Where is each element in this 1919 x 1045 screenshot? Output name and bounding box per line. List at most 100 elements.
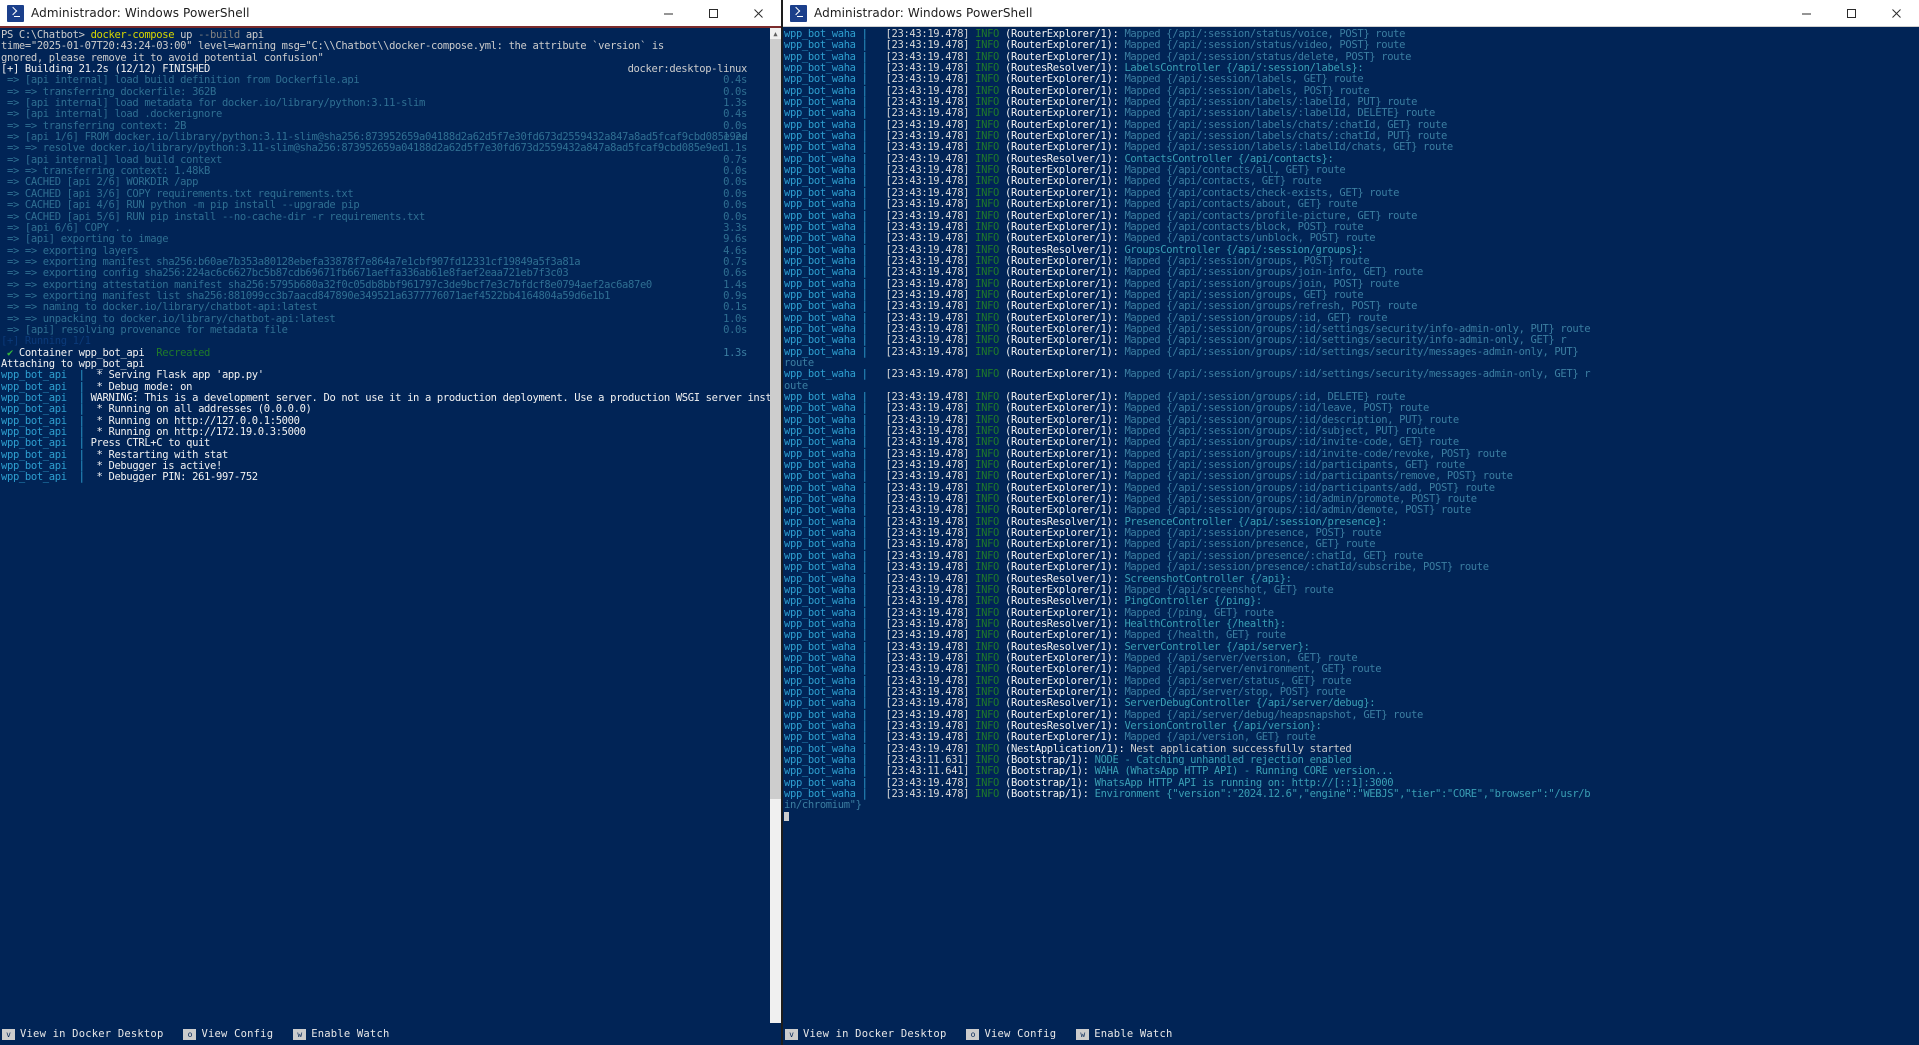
line-text: => => unpacking to docker.io/library/cha… bbox=[1, 313, 335, 325]
scrollbar-left[interactable]: ▲ ▼ bbox=[770, 28, 781, 1045]
title-bar-left[interactable]: Administrador: Windows PowerShell bbox=[0, 0, 781, 28]
scroll-up-icon[interactable]: ▲ bbox=[770, 28, 781, 39]
key-badge-o: o bbox=[966, 1029, 979, 1040]
log-level: INFO bbox=[975, 561, 999, 573]
command-target: api bbox=[240, 29, 264, 41]
log-separator: | bbox=[67, 460, 91, 472]
log-service-prefix: wpp_bot_waha bbox=[784, 62, 856, 74]
log-context: (RouterExplorer/1): bbox=[1005, 686, 1118, 698]
log-line: wpp_bot_waha | [23:43:19.478] INFO (Rout… bbox=[784, 369, 1919, 380]
log-context: (Bootstrap/1): bbox=[1005, 754, 1089, 766]
line-text: => [api internal] load metadata for dock… bbox=[1, 97, 425, 109]
log-service-prefix: wpp_bot_waha bbox=[784, 278, 856, 290]
powershell-icon bbox=[7, 5, 24, 22]
console-right[interactable]: wpp_bot_waha | [23:43:19.478] INFO (Rout… bbox=[783, 27, 1919, 1045]
powershell-window-left[interactable]: Administrador: Windows PowerShell PS C:\… bbox=[0, 0, 781, 1045]
log-context: (RouterExplorer/1): bbox=[1005, 141, 1118, 153]
minimize-button[interactable] bbox=[1784, 0, 1829, 26]
terminal-line: => [api] resolving provenance for metada… bbox=[1, 325, 769, 336]
close-button[interactable] bbox=[1874, 0, 1919, 26]
log-timestamp: [23:43:19.478] bbox=[886, 629, 970, 641]
log-separator: | bbox=[856, 119, 886, 131]
log-level: INFO bbox=[975, 312, 999, 324]
log-message: GroupsController {/api/:session/groups}: bbox=[1124, 244, 1363, 256]
log-timestamp: [23:43:19.478] bbox=[886, 720, 970, 732]
log-service-prefix: wpp_bot_waha bbox=[784, 550, 856, 562]
log-timestamp: [23:43:19.478] bbox=[886, 221, 970, 233]
log-level: INFO bbox=[975, 130, 999, 142]
log-level: INFO bbox=[975, 709, 999, 721]
log-service-prefix: wpp_bot_api bbox=[1, 449, 67, 461]
log-message: Mapped {/api/contacts, GET} route bbox=[1124, 175, 1321, 187]
build-step-duration: 0.0s bbox=[723, 325, 747, 336]
log-level: INFO bbox=[975, 652, 999, 664]
log-level: INFO bbox=[975, 573, 999, 585]
hint-label: View Config bbox=[984, 1028, 1056, 1040]
close-button[interactable] bbox=[736, 0, 781, 26]
log-separator: | bbox=[856, 448, 886, 460]
log-service-prefix: wpp_bot_waha bbox=[784, 504, 856, 516]
log-message: Environment {"version":"2024.12.6","engi… bbox=[1095, 788, 1591, 800]
log-message: Mapped {/api/contacts/unblock, POST} rou… bbox=[1124, 232, 1375, 244]
command-name: docker-compose bbox=[91, 29, 175, 41]
cursor-line bbox=[784, 812, 1919, 823]
log-level: INFO bbox=[975, 527, 999, 539]
log-context: (Bootstrap/1): bbox=[1005, 788, 1089, 800]
scroll-thumb[interactable] bbox=[770, 39, 781, 799]
log-context: (RouterExplorer/1): bbox=[1005, 187, 1118, 199]
log-message: Mapped {/api/:session/status/video, POST… bbox=[1124, 39, 1405, 51]
log-service-prefix: wpp_bot_waha bbox=[784, 346, 856, 358]
log-level: INFO bbox=[975, 504, 999, 516]
log-separator: | bbox=[856, 675, 886, 687]
line-text: => => transferring context: 2B bbox=[1, 120, 186, 132]
log-service-prefix: wpp_bot_waha bbox=[784, 391, 856, 403]
log-separator: | bbox=[856, 221, 886, 233]
minimize-button[interactable] bbox=[646, 0, 691, 26]
log-timestamp: [23:43:19.478] bbox=[886, 550, 970, 562]
log-context: (RouterExplorer/1): bbox=[1005, 130, 1118, 142]
log-timestamp: [23:43:19.478] bbox=[886, 141, 970, 153]
log-message: Mapped {/api/:session/status/voice, POST… bbox=[1124, 28, 1405, 40]
log-separator: | bbox=[856, 210, 886, 222]
log-level: INFO bbox=[975, 153, 999, 165]
log-message: PresenceController {/api/:session/presen… bbox=[1124, 516, 1387, 528]
log-context: (RouterExplorer/1): bbox=[1005, 28, 1118, 40]
log-service-prefix: wpp_bot_waha bbox=[784, 175, 856, 187]
log-context: (RouterExplorer/1): bbox=[1005, 504, 1118, 516]
hint-enable-watch[interactable]: w Enable Watch bbox=[293, 1028, 389, 1040]
powershell-window-right[interactable]: Administrador: Windows PowerShell wpp_bo… bbox=[783, 0, 1919, 1045]
hint-view-in-docker-desktop[interactable]: v View in Docker Desktop bbox=[2, 1028, 163, 1040]
compose-hint-bar-left: v View in Docker Desktop o View Config w… bbox=[0, 1023, 781, 1045]
log-timestamp: [23:43:19.478] bbox=[886, 573, 970, 585]
log-timestamp: [23:43:19.478] bbox=[886, 346, 970, 358]
log-message: Mapped {/api/:session/groups/join, POST}… bbox=[1124, 278, 1399, 290]
log-level: INFO bbox=[975, 175, 999, 187]
log-message: Mapped {/api/:session/groups/refresh, PO… bbox=[1124, 300, 1417, 312]
log-message: Mapped {/ping, GET} route bbox=[1124, 607, 1273, 619]
maximize-button[interactable] bbox=[1829, 0, 1874, 26]
console-left[interactable]: PS C:\Chatbot> docker-compose up --build… bbox=[0, 28, 781, 1045]
log-timestamp: [23:43:19.478] bbox=[886, 255, 970, 267]
log-timestamp: [23:43:19.478] bbox=[886, 334, 970, 346]
log-level: INFO bbox=[975, 436, 999, 448]
console-output-right: wpp_bot_waha | [23:43:19.478] INFO (Rout… bbox=[783, 27, 1919, 1045]
log-timestamp: [23:43:19.478] bbox=[886, 675, 970, 687]
log-service-prefix: wpp_bot_waha bbox=[784, 153, 856, 165]
log-separator: | bbox=[856, 516, 886, 528]
log-message: Mapped {/api/server/debug/heapsnapshot, … bbox=[1124, 709, 1423, 721]
log-level: INFO bbox=[975, 686, 999, 698]
log-level: INFO bbox=[975, 550, 999, 562]
line-text: => => transferring dockerfile: 362B bbox=[1, 86, 216, 98]
log-level: INFO bbox=[975, 244, 999, 256]
log-timestamp: [23:43:19.478] bbox=[886, 663, 970, 675]
hint-view-config[interactable]: o View Config bbox=[183, 1028, 273, 1040]
hint-enable-watch[interactable]: w Enable Watch bbox=[1076, 1028, 1172, 1040]
log-separator: | bbox=[856, 527, 886, 539]
log-service-prefix: wpp_bot_waha bbox=[784, 629, 856, 641]
log-separator: | bbox=[856, 743, 886, 755]
hint-view-in-docker-desktop[interactable]: v View in Docker Desktop bbox=[785, 1028, 946, 1040]
maximize-button[interactable] bbox=[691, 0, 736, 26]
log-service-prefix: wpp_bot_waha bbox=[784, 85, 856, 97]
title-bar-right[interactable]: Administrador: Windows PowerShell bbox=[783, 0, 1919, 27]
hint-view-config[interactable]: o View Config bbox=[966, 1028, 1056, 1040]
